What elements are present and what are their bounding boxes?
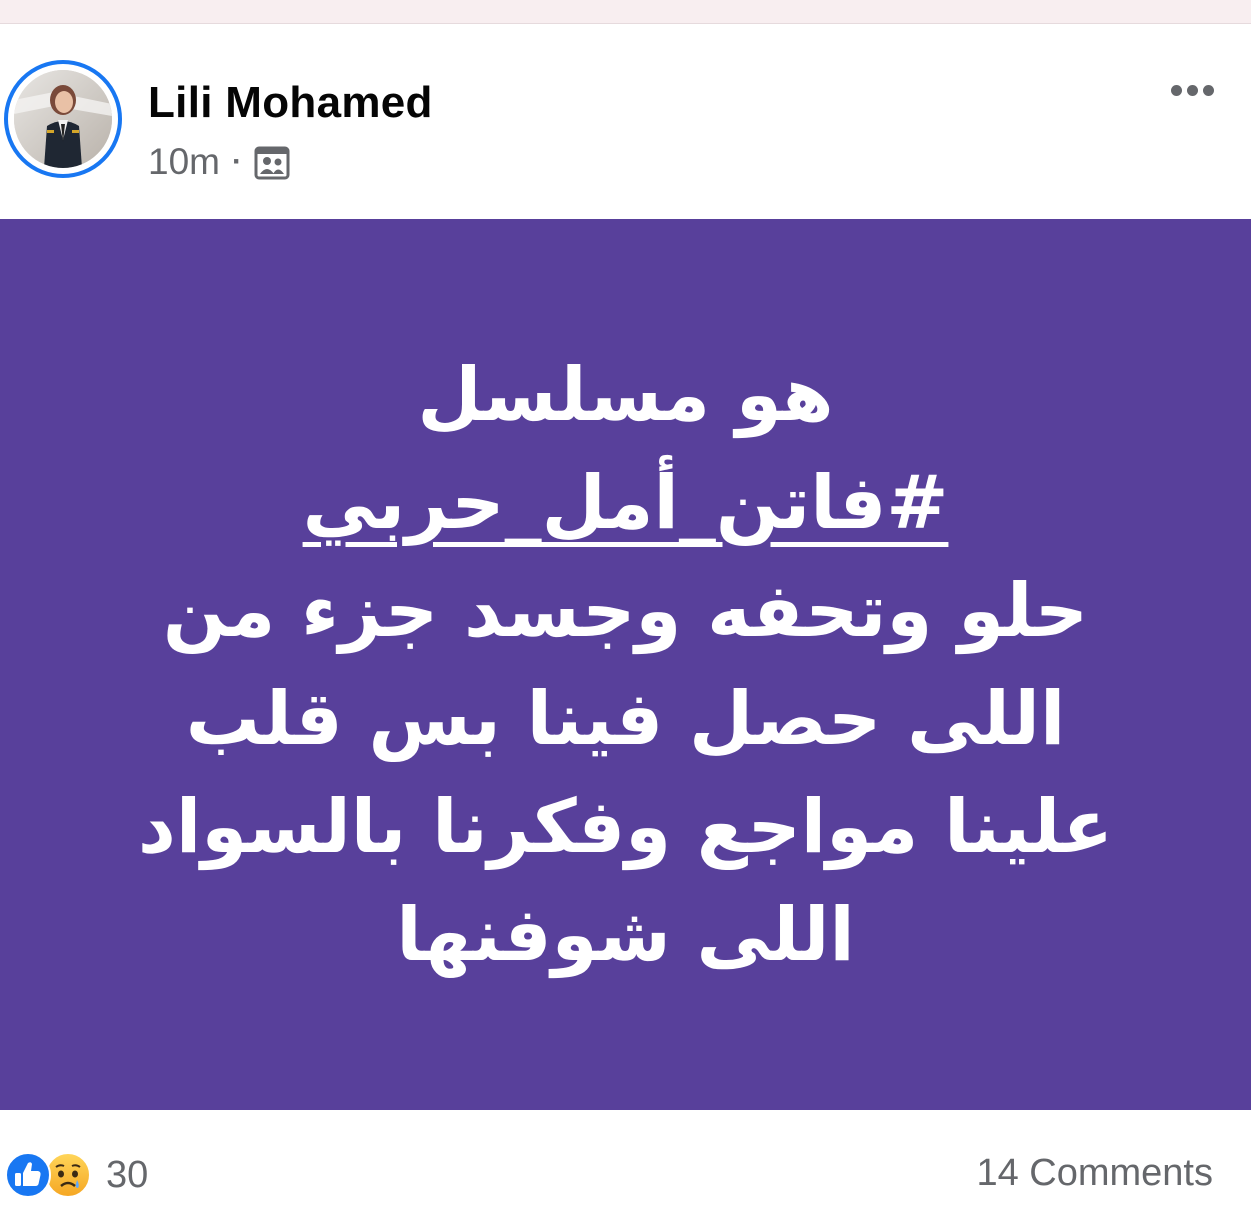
top-strip bbox=[0, 0, 1251, 24]
post-meta: 10m · bbox=[148, 140, 290, 184]
friends-audience-icon[interactable] bbox=[254, 144, 290, 180]
reaction-count: 30 bbox=[106, 1153, 149, 1196]
status-line-5: علينا مواجع وفكرنا بالسواد bbox=[137, 783, 1114, 870]
status-line-4: اللى حصل فينا بس قلب bbox=[185, 675, 1066, 762]
meta-separator: · bbox=[231, 145, 242, 178]
avatar-photo bbox=[14, 70, 112, 168]
hashtag-link[interactable]: #فاتن_أمل_حربي bbox=[303, 460, 949, 546]
post-card: Lili Mohamed 10m · هو مسلسل #فاتن_أمل_حر… bbox=[0, 24, 1251, 1229]
post-header: Lili Mohamed 10m · bbox=[0, 24, 1251, 219]
like-reaction-icon bbox=[4, 1151, 52, 1199]
comments-count-link[interactable]: 14 Comments bbox=[976, 1152, 1213, 1195]
status-line-1: هو مسلسل bbox=[417, 351, 834, 438]
more-options-icon[interactable] bbox=[1160, 72, 1224, 108]
author-avatar[interactable] bbox=[4, 60, 122, 178]
status-line-3: حلو وتحفه وجسد جزء من bbox=[162, 567, 1089, 654]
status-line-hashtag: #فاتن_أمل_حربي bbox=[303, 449, 949, 557]
author-name[interactable]: Lili Mohamed bbox=[148, 78, 433, 128]
status-background-post: هو مسلسل #فاتن_أمل_حربي حلو وتحفه وجسد ج… bbox=[0, 219, 1251, 1110]
post-footer: 30 14 Comments bbox=[0, 1110, 1251, 1229]
post-timestamp[interactable]: 10m bbox=[148, 141, 220, 183]
status-line-6: اللى شوفنها bbox=[396, 891, 855, 978]
reactions-summary[interactable]: 30 bbox=[4, 1150, 148, 1200]
